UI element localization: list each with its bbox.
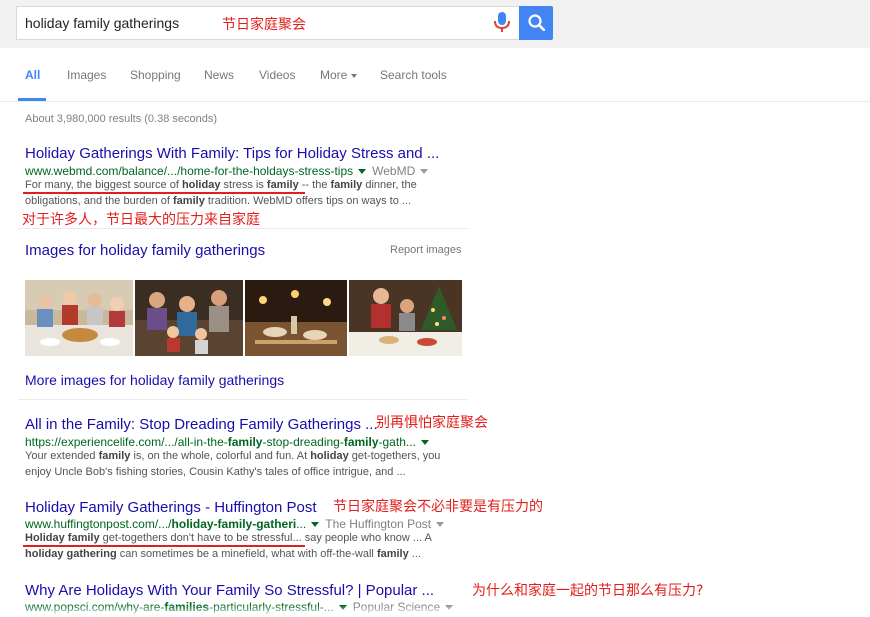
result-title-popsci[interactable]: Why Are Holidays With Your Family So Str…: [25, 582, 434, 599]
tab-shopping[interactable]: Shopping: [130, 68, 181, 82]
tab-more-label: More: [320, 68, 348, 82]
family-group-image[interactable]: [135, 280, 243, 356]
search-button[interactable]: [519, 6, 553, 40]
more-images-link[interactable]: More images for holiday family gathering…: [25, 372, 284, 388]
dropdown-arrow-icon[interactable]: [420, 168, 429, 174]
search-tabs: All Images Shopping News Videos More Sea…: [0, 48, 870, 102]
bottom-fade: [0, 605, 870, 617]
result-stats: About 3,980,000 results (0.38 seconds): [25, 113, 218, 125]
tab-videos[interactable]: Videos: [259, 68, 295, 82]
top-bar: holiday family gatherings 节日家庭聚会: [0, 0, 870, 48]
divider: [18, 228, 468, 229]
tab-news[interactable]: News: [204, 68, 234, 82]
tab-images[interactable]: Images: [67, 68, 106, 82]
result-url-text: www.webmd.com/balance/.../home-for-the-h…: [25, 164, 354, 178]
dropdown-arrow-icon[interactable]: [311, 521, 320, 527]
microphone-icon[interactable]: [494, 12, 510, 34]
search-input[interactable]: holiday family gatherings: [25, 15, 179, 31]
dropdown-arrow-icon[interactable]: [358, 168, 367, 174]
images-block-title[interactable]: Images for holiday family gatherings: [25, 242, 265, 259]
divider: [18, 399, 468, 400]
search-icon: [528, 14, 545, 31]
report-images-link[interactable]: Report images: [390, 244, 462, 256]
result-url-huffingtonpost[interactable]: www.huffingtonpost.com/.../holiday-famil…: [25, 517, 450, 531]
result-annotation: 节日家庭聚会不必非要是有压力的: [333, 499, 543, 515]
result-url-webmd[interactable]: www.webmd.com/balance/.../home-for-the-h…: [25, 164, 434, 178]
result-annotation: 别再惧怕家庭聚会: [376, 415, 488, 431]
result-title-huffingtonpost[interactable]: Holiday Family Gatherings - Huffington P…: [25, 499, 317, 516]
result-annotation: 对于许多人，节日最大的压力来自家庭: [22, 212, 260, 228]
result-annotation: 为什么和家庭一起的节日那么有压力?: [472, 583, 704, 599]
dropdown-arrow-icon[interactable]: [436, 521, 445, 527]
active-tab-indicator: [18, 98, 46, 101]
chevron-down-icon: [351, 73, 358, 78]
result-snippet-experiencelife: Your extended family is, on the whole, c…: [25, 450, 441, 478]
result-title-webmd[interactable]: Holiday Gatherings With Family: Tips for…: [25, 145, 439, 162]
christmas-dinner-image[interactable]: [349, 280, 462, 356]
query-annotation: 节日家庭聚会: [222, 17, 306, 33]
highlight-underline: [23, 192, 305, 194]
tab-more[interactable]: More: [320, 68, 358, 82]
result-title-experiencelife[interactable]: All in the Family: Stop Dreading Family …: [25, 416, 378, 433]
highlight-underline: [23, 545, 305, 547]
family-dinner-image[interactable]: [25, 280, 133, 356]
result-url-experiencelife[interactable]: https://experiencelife.com/.../all-in-th…: [25, 435, 435, 449]
candlelit-dinner-image[interactable]: [245, 280, 347, 356]
result-source: WebMD: [372, 164, 416, 178]
tab-all[interactable]: All: [25, 68, 40, 82]
tab-search-tools[interactable]: Search tools: [380, 68, 447, 82]
dropdown-arrow-icon[interactable]: [420, 439, 429, 445]
